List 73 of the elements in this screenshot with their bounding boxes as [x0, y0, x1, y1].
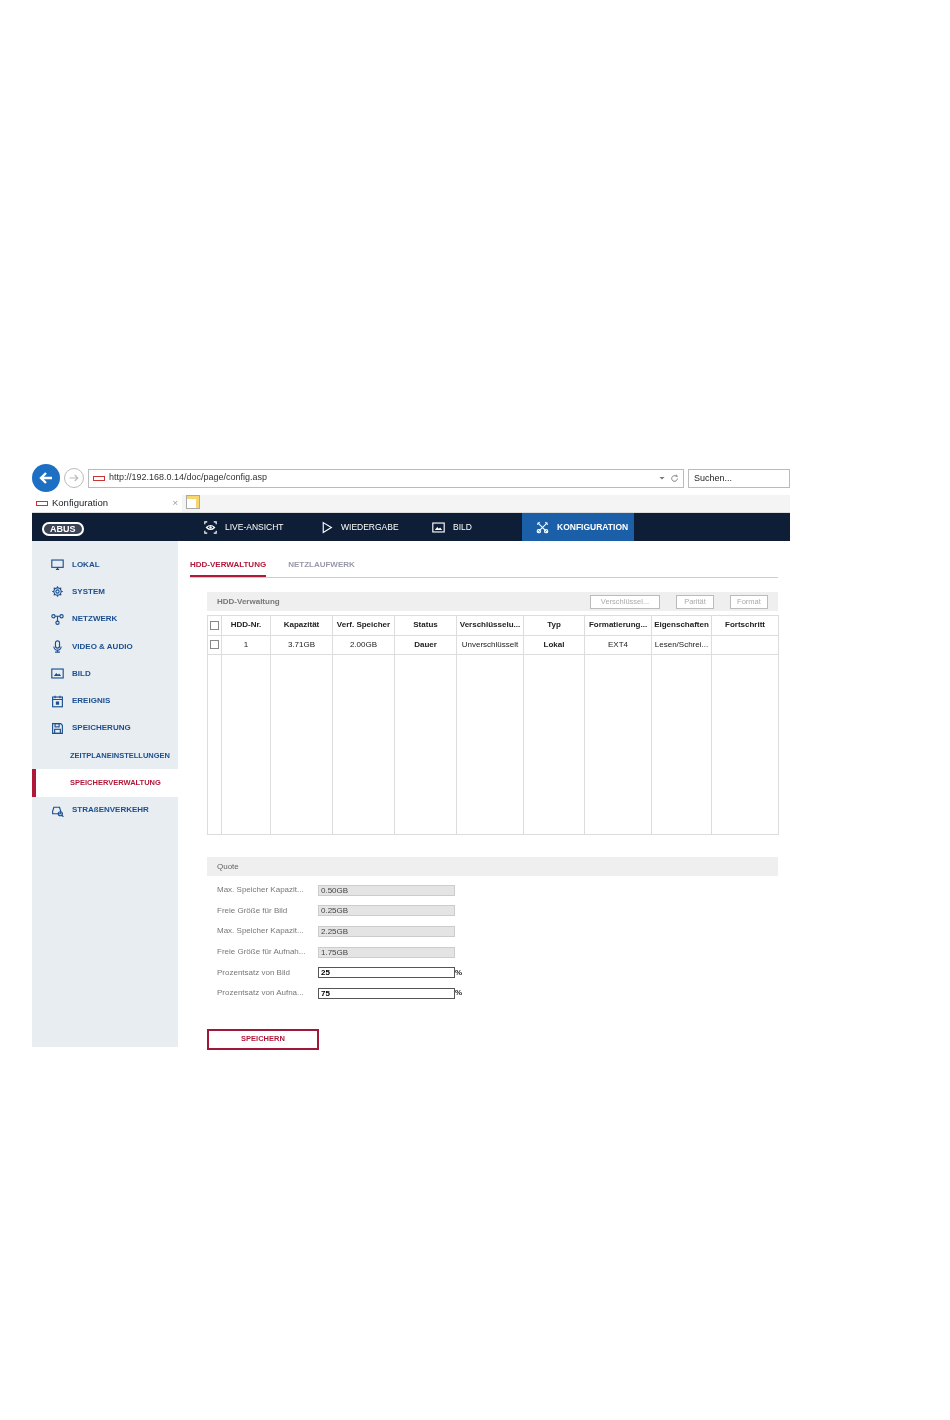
field-label: Prozentsatz von Aufna... [217, 987, 305, 1000]
select-all-checkbox[interactable] [210, 620, 219, 630]
column-header: Kapazität [270, 615, 333, 635]
column-header: Eigenschaften [651, 615, 712, 635]
tab-title: Konfiguration [52, 496, 109, 511]
input-field[interactable]: 75 [318, 987, 455, 999]
readonly-field: 2.25GB [318, 926, 455, 937]
back-arrow-icon [38, 470, 54, 486]
column-header: Fortschritt [711, 615, 779, 635]
table-cell: Dauer [394, 635, 457, 655]
sidebar-item[interactable]: SPEICHERUNG [32, 714, 178, 743]
column-header: Typ [523, 615, 585, 635]
forward-arrow-icon [68, 472, 80, 484]
play-icon [320, 520, 333, 534]
panel-title: HDD-Verwaltung [217, 595, 281, 608]
field-label: Max. Speicher Kapazit... [217, 925, 305, 938]
table-cell: EXT4 [584, 635, 652, 655]
calendar-icon [51, 694, 64, 708]
readonly-field: 1.75GB [318, 946, 455, 958]
column-header: Verf. Speicher [332, 615, 395, 635]
sidebar-item[interactable]: SYSTEM [32, 578, 178, 606]
sidebar-item[interactable]: EREIGNIS [32, 687, 178, 715]
sidebar-item[interactable]: BILD [32, 660, 178, 688]
browser-tab[interactable]: Konfiguration × [32, 495, 182, 512]
sidebar-item[interactable]: NETZWERK [32, 605, 178, 633]
table-cell: Lesen/Schrei... [651, 635, 712, 655]
field-label: Freie Größe für Aufnah... [217, 946, 307, 959]
row-checkbox[interactable] [210, 640, 219, 650]
table-cell: Unverschlüsselt [456, 635, 524, 655]
search-field[interactable]: Suchen... [688, 468, 790, 488]
back-button[interactable] [32, 464, 60, 492]
table-cell: Lokal [523, 635, 585, 655]
readonly-field: 0.50GB [318, 884, 455, 896]
network-icon [51, 612, 64, 626]
column-header: Status [394, 615, 457, 635]
site-favicon [36, 501, 48, 506]
address-bar[interactable]: http://192.168.0.14/doc/page/config.asp [88, 468, 684, 488]
table-cell: 3.71GB [270, 635, 333, 655]
abus-logo: ABUS [42, 522, 84, 536]
nav-tab[interactable]: BILD [418, 513, 522, 541]
unit-label: % [455, 966, 463, 979]
forward-button[interactable] [64, 468, 84, 488]
gear-icon [51, 585, 64, 599]
content-tab[interactable]: HDD-VERWALTUNG [190, 555, 267, 577]
column-header: HDD-Nr. [221, 615, 271, 635]
monitor-icon [51, 558, 64, 572]
readonly-field: 0.25GB [318, 905, 455, 917]
image-icon [432, 520, 445, 534]
table-cell: 2.00GB [332, 635, 395, 655]
eye-frame-icon [204, 520, 217, 534]
refresh-icon [670, 473, 679, 483]
new-tab-icon[interactable] [186, 495, 200, 509]
image-icon [51, 667, 64, 681]
field-label: Max. Speicher Kapazit... [217, 884, 305, 897]
column-header: Verschlüsselu... [456, 615, 524, 635]
sidebar-item[interactable]: STRAßENVERKEHR [32, 796, 178, 824]
url-text: http://192.168.0.14/doc/page/config.asp [109, 471, 268, 485]
dropdown-icon [658, 474, 666, 482]
field-label: Prozentsatz von Bild [217, 966, 291, 979]
nav-tab[interactable]: WIEDERGABE [306, 513, 418, 541]
input-field[interactable]: 25 [318, 967, 455, 979]
sidebar-item[interactable]: VIDEO & AUDIO [32, 632, 178, 661]
column-header: Formatierung... [584, 615, 652, 635]
nav-tab[interactable]: KONFIGURATION [522, 513, 634, 541]
table-cell: 1 [221, 635, 271, 655]
site-favicon [93, 475, 105, 481]
sidebar-item[interactable]: LOKAL [32, 551, 178, 579]
tools-icon [536, 520, 549, 534]
field-label: Freie Größe für Bild [217, 904, 289, 917]
section-title: Quote [217, 860, 239, 873]
unit-label: % [455, 987, 463, 1000]
nav-tab[interactable]: LIVE-ANSICHT [190, 513, 306, 541]
microphone-icon [51, 640, 64, 654]
